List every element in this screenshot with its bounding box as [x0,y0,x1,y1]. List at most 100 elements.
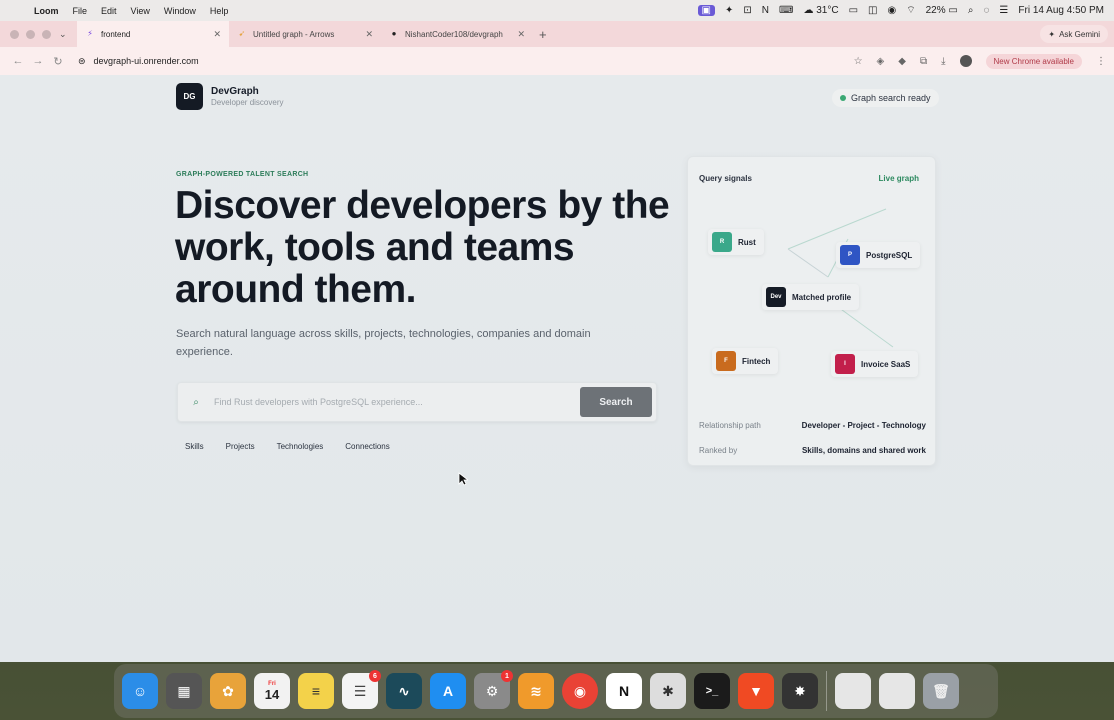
node-rust[interactable]: R Rust [708,229,764,255]
back-button[interactable]: ← [8,55,28,67]
close-window-button[interactable] [10,29,19,39]
devgraph-page: DG DevGraph Developer discovery Graph se… [0,75,1114,662]
menu-edit[interactable]: Edit [101,6,117,16]
address-bar[interactable]: ⊜ devgraph-ui.onrender.com [78,56,199,67]
photos-icon[interactable]: ✿ [210,673,246,709]
site-info-icon[interactable]: ⊜ [78,56,86,67]
settings-badge: 1 [501,670,513,682]
sparkle-icon[interactable]: ✦ [725,5,733,16]
node-invoice-saas[interactable]: I Invoice SaaS [831,351,919,377]
zoom-window-button[interactable] [42,29,51,39]
display-icon[interactable]: ▭ [849,5,858,16]
launchpad-icon[interactable]: ▦ [166,673,202,709]
reminders-icon[interactable]: ☰ 6 [342,670,381,709]
compressor-icon[interactable]: ✸ [782,673,818,709]
download-icon[interactable]: ⤓ [941,56,945,67]
wifi-icon[interactable]: ⌔ [906,4,915,17]
finder-icon[interactable]: ☺ [122,673,158,709]
window-thumbnail[interactable] [879,673,915,709]
filter-skills[interactable]: Skills [178,437,211,456]
arrows-app-icon: ➹ [238,29,246,38]
new-tab-button[interactable]: + [539,27,547,42]
row-value: Developer - Project - Technology [801,421,926,430]
reload-button[interactable]: ↻ [48,55,68,68]
chrome-icon[interactable]: ◉ [562,673,598,709]
tab-github[interactable]: ● NishantCoder108/devgraph ✕ [381,21,533,47]
clock[interactable]: Fri 14 Aug 4:50 PM [1018,5,1104,16]
tab-frontend[interactable]: ⚡ frontend ✕ [77,21,229,47]
minimize-window-button[interactable] [26,29,35,39]
tab-arrows[interactable]: ➹ Untitled graph - Arrows ✕ [229,21,381,47]
filter-technologies[interactable]: Technologies [270,437,331,456]
search-button[interactable]: Search [580,387,652,417]
page-title: Discover developers by the work, tools a… [175,184,670,311]
extension-icon[interactable]: ◆ [898,56,906,67]
notes-icon[interactable]: ≡ [298,673,334,709]
dock: ☺ ▦ ✿ Fri 14 ≡ ☰ 6 ∿ A ⚙ 1 ≋ ◉ N ✱ >_ ▼ … [114,664,998,718]
extension-icon[interactable]: ◈ [877,56,885,67]
tab-search-icon[interactable]: ⌄ [59,29,77,40]
tab-bar: ⌄ ⚡ frontend ✕ ➹ Untitled graph - Arrows… [0,21,1114,47]
node-label: Invoice SaaS [861,359,911,369]
ranked-by-row: Ranked by Skills, domains and shared wor… [699,446,926,455]
menu-view[interactable]: View [131,6,150,16]
brand-logo: DG [176,83,203,110]
node-matched-profile[interactable]: Dev Matched profile [762,284,860,310]
menu-file[interactable]: File [73,6,88,16]
window-controls [10,29,51,39]
terminal-icon[interactable]: >_ [694,673,730,709]
activity-monitor-icon[interactable]: ∿ [386,673,422,709]
screen-recording-icon[interactable]: ▣ [697,5,715,16]
brave-icon[interactable]: ▼ [738,673,774,709]
close-icon[interactable]: ✕ [213,29,221,40]
user-icon[interactable]: ◉ [887,5,896,16]
spotlight-icon[interactable]: ⌕ [968,5,974,16]
siri-icon[interactable]: ◌ [983,5,989,16]
profile-avatar[interactable] [959,55,972,67]
tab-title: frontend [101,29,131,39]
node-fintech[interactable]: F Fintech [712,348,779,374]
battery-icon[interactable]: 22% ▭ [926,5,958,16]
notion-status-icon[interactable]: N [762,5,769,16]
close-icon[interactable]: ✕ [517,29,525,40]
forward-button[interactable]: → [28,55,48,67]
node-label: Fintech [742,356,771,366]
app-store-icon[interactable]: A [430,673,466,709]
node-badge: F [716,351,736,371]
node-label: Rust [738,237,756,247]
menu-help[interactable]: Help [210,6,229,16]
ask-gemini-button[interactable]: ✦ Ask Gemini [1040,25,1108,43]
menu-dots-icon[interactable]: ⋮ [1096,56,1106,67]
keyboard-icon[interactable]: ⌨ [779,5,793,16]
filter-connections[interactable]: Connections [338,437,396,456]
weather-icon[interactable]: ☁ 31°C [803,5,838,16]
extensions-puzzle-icon[interactable]: ⧉ [920,56,927,67]
node-badge: Dev [766,287,786,307]
status-label: Graph search ready [851,93,931,103]
menu-app-name[interactable]: Loom [34,6,59,16]
brand[interactable]: DG DevGraph Developer discovery [176,83,283,110]
filter-projects[interactable]: Projects [219,437,262,456]
audible-icon[interactable]: ≋ [518,673,554,709]
control-center-icon[interactable]: ☰ [999,5,1008,16]
menu-window[interactable]: Window [164,6,196,16]
close-icon[interactable]: ✕ [365,29,373,40]
camera-icon[interactable]: ◫ [868,5,877,16]
trash-icon[interactable]: 🗑 [923,673,959,709]
cloud-app-icon[interactable]: ✱ [650,673,686,709]
node-postgresql[interactable]: P PostgreSQL [836,242,921,268]
tab-title: NishantCoder108/devgraph [405,29,503,39]
calendar-day: 14 [264,686,280,702]
new-chrome-available-button[interactable]: New Chrome available [985,53,1082,69]
filter-chips: Skills Projects Technologies Connections [178,437,397,456]
window-thumbnail[interactable] [835,673,871,709]
node-badge: I [835,354,855,374]
notion-icon[interactable]: N [606,673,642,709]
scan-icon[interactable]: ⊡ [743,5,751,16]
system-settings-icon[interactable]: ⚙ 1 [474,670,513,709]
calendar-icon[interactable]: Fri 14 [254,673,290,709]
search-input[interactable] [214,397,580,407]
url-text: devgraph-ui.onrender.com [93,56,199,66]
bookmark-star-icon[interactable]: ☆ [854,56,863,67]
battery-level: 22% [925,5,946,16]
